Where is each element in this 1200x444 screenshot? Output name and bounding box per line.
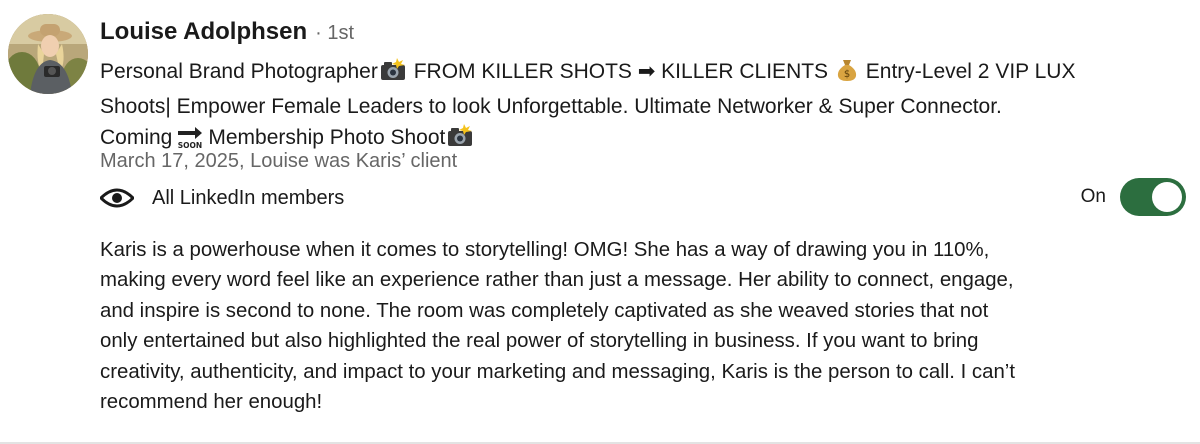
avatar[interactable]	[8, 14, 88, 94]
recommendation-text-line: and inspire is second to none. The room …	[100, 299, 989, 322]
author-name[interactable]: Louise Adolphsen	[100, 18, 307, 46]
headline-text-1c: Entry-Level 2 VIP LUX	[865, 60, 1076, 83]
eye-icon	[100, 188, 134, 208]
svg-text:$: $	[844, 69, 850, 80]
camera-flash-icon	[380, 58, 406, 91]
headline-line-2: Shoots| Empower Female Leaders to look U…	[100, 95, 1002, 118]
headline-line-1: Personal Brand Photographer FROM KILLER …	[100, 56, 1180, 91]
show-recommendation-toggle-group: On	[1081, 177, 1186, 217]
headline-text-3b: Membership Photo Shoot	[208, 126, 446, 149]
money-bag-icon: $	[836, 58, 858, 91]
visibility-label: All LinkedIn members	[152, 186, 345, 209]
headline-text-1b: FROM KILLER SHOTS ➡ KILLER CLIENTS	[413, 60, 829, 83]
toggle-knob	[1152, 182, 1182, 212]
recommendation-text-line: only entertained but also highlighted th…	[100, 330, 979, 353]
visibility-setting: All LinkedIn members	[100, 182, 344, 214]
toggle-label: On	[1080, 186, 1106, 207]
recommendation-text: Karis is a powerhouse when it comes to s…	[100, 235, 1170, 417]
recommendation-text-line: creativity, authenticity, and impact to …	[100, 360, 1015, 383]
headline-text-1a: Personal Brand Photographer	[100, 60, 378, 83]
author-headline: Personal Brand Photographer FROM KILLER …	[100, 56, 1180, 157]
recommendation-text-line: Karis is a powerhouse when it comes to s…	[100, 239, 990, 261]
headline-text-3a: Coming	[100, 126, 173, 149]
recommendation-card: Louise Adolphsen · 1st Personal Brand Ph…	[0, 0, 1200, 444]
recommendation-text-line: making every word feel like an experienc…	[100, 269, 1014, 292]
soon-label: SOON	[178, 141, 202, 150]
soon-arrow-icon: SOON	[178, 127, 203, 150]
visibility-toggle[interactable]	[1120, 178, 1186, 216]
recommendation-text-line: recommend her enough!	[100, 391, 323, 414]
avatar-photo	[8, 14, 88, 94]
recommendation-date-relationship: March 17, 2025, Louise was Karis’ client	[100, 150, 458, 172]
connection-degree: · 1st	[315, 22, 355, 44]
author-name-row: Louise Adolphsen · 1st	[100, 18, 354, 52]
